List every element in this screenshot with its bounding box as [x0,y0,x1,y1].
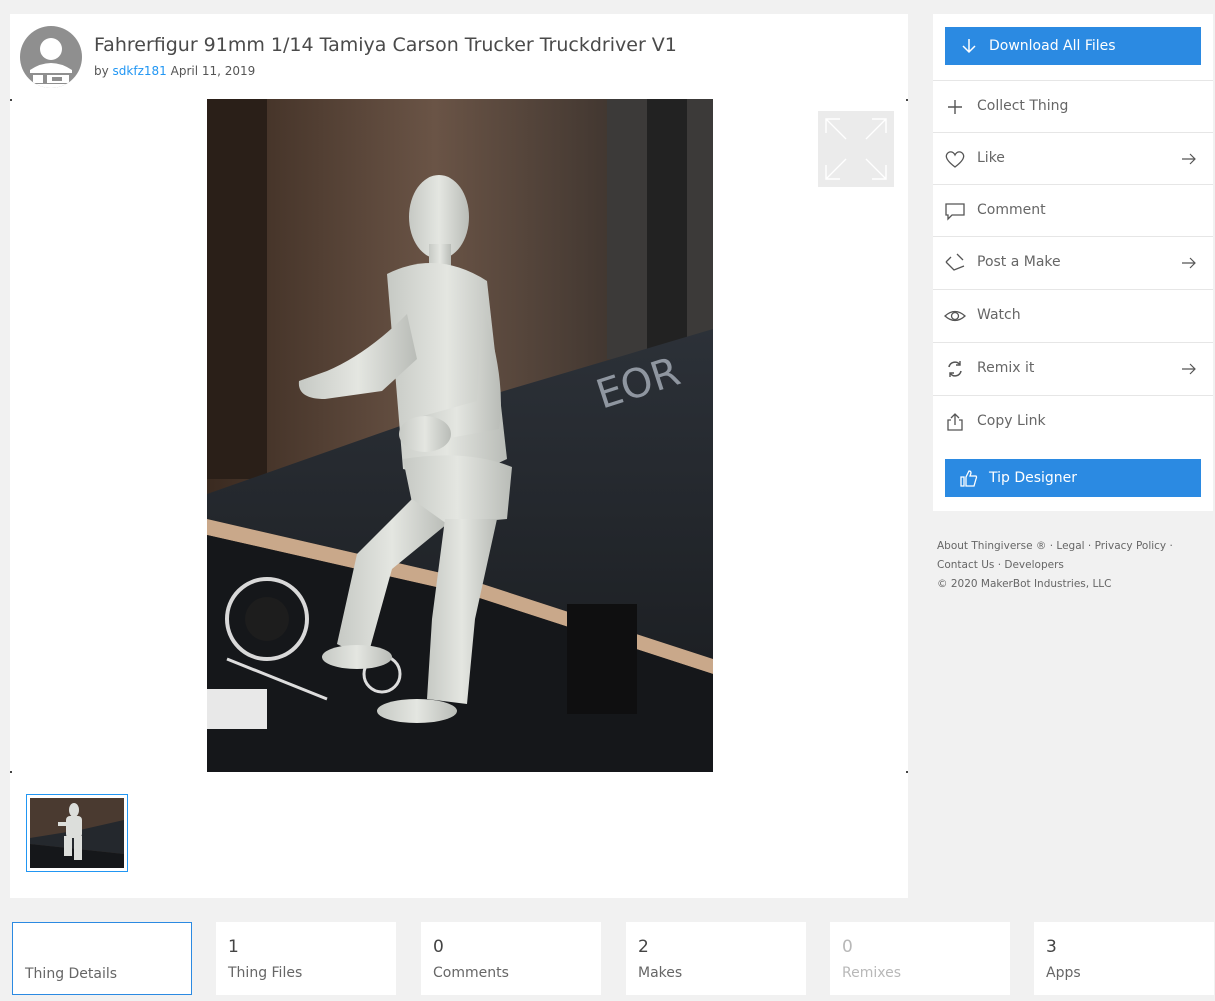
contact-us-link[interactable]: Contact Us [937,559,994,571]
developers-link[interactable]: Developers [1004,559,1063,571]
arrow-right-icon [1182,257,1196,269]
thing-header: Fahrerfigur 91mm 1/14 Tamiya Carson Truc… [10,14,908,98]
comment-label: Comment [977,202,1046,218]
collect-thing-label: Collect Thing [977,98,1069,114]
tab-count: 2 [638,937,649,957]
gallery-thumbnail[interactable] [26,794,128,872]
like-label: Like [977,150,1005,166]
gallery-corner-marker [906,99,908,101]
gallery-corner-marker [10,771,12,773]
post-a-make-button[interactable]: Post a Make [933,236,1213,288]
byline-prefix: by [94,64,109,78]
author-link[interactable]: sdkfz181 [113,64,167,78]
tab-label: Thing Files [228,965,303,981]
watch-button[interactable]: Watch [933,289,1213,341]
separator: · [997,559,1002,571]
comment-icon [945,203,965,221]
heart-icon [945,151,965,168]
gallery-corner-marker [906,771,908,773]
watch-label: Watch [977,307,1021,323]
action-sidebar: Download All Files Collect Thing Like Co… [933,14,1213,511]
remix-it-label: Remix it [977,360,1035,376]
thumbs-up-icon [960,470,978,487]
tab-count: 0 [842,937,853,957]
tab-label: Apps [1046,965,1081,981]
arrow-right-icon [1182,363,1196,375]
tip-designer-label: Tip Designer [989,470,1078,486]
tab-count: 1 [228,937,239,957]
comment-button[interactable]: Comment [933,184,1213,236]
page-title: Fahrerfigur 91mm 1/14 Tamiya Carson Truc… [94,34,677,56]
tab-thing-files[interactable]: 1 Thing Files [216,922,396,995]
like-button[interactable]: Like [933,132,1213,184]
share-icon [947,413,963,431]
privacy-policy-link[interactable]: Privacy Policy [1095,540,1167,552]
tab-thing-details[interactable]: Thing Details [12,922,192,995]
remix-it-button[interactable]: Remix it [933,342,1213,394]
copy-link-label: Copy Link [977,413,1046,429]
tab-label: Thing Details [25,966,118,982]
about-link[interactable]: About Thingiverse ® [937,540,1046,552]
remix-icon [948,361,962,377]
plus-icon [948,100,962,114]
tab-count: 3 [1046,937,1057,957]
legal-link[interactable]: Legal [1056,540,1084,552]
avatar[interactable] [20,26,82,88]
tab-apps[interactable]: 3 Apps [1034,922,1214,995]
eye-icon [944,310,966,322]
copyright-text: © 2020 MakerBot Industries, LLC [937,578,1112,590]
copy-link-button[interactable]: Copy Link [933,395,1213,447]
download-all-files-button[interactable]: Download All Files [945,27,1201,65]
arrow-right-icon [1182,153,1196,165]
download-all-files-label: Download All Files [989,38,1116,54]
image-gallery: EOR [10,99,908,775]
post-a-make-label: Post a Make [977,254,1061,270]
tab-count: 0 [433,937,444,957]
gallery-corner-marker [10,99,12,101]
separator: · [1087,540,1092,552]
fullscreen-expand-button[interactable] [818,111,894,187]
make-icon [945,253,965,271]
tip-designer-button[interactable]: Tip Designer [945,459,1201,497]
tab-remixes[interactable]: 0 Remixes [830,922,1010,995]
expand-icon [825,118,887,180]
download-arrow-icon [962,39,976,54]
separator: · [1169,540,1173,552]
tab-label: Makes [638,965,683,981]
thing-card: Fahrerfigur 91mm 1/14 Tamiya Carson Truc… [10,14,908,898]
publish-date: April 11, 2019 [170,64,256,78]
collect-thing-button[interactable]: Collect Thing [933,80,1213,132]
tab-makes[interactable]: 2 Makes [626,922,806,995]
separator: · [1049,540,1054,552]
footer-links: About Thingiverse ® · Legal · Privacy Po… [937,537,1207,594]
tab-label: Remixes [842,965,902,981]
tab-label: Comments [433,965,509,981]
main-photo[interactable]: EOR [207,99,713,772]
byline: by sdkfz181 April 11, 2019 [94,64,255,78]
tab-comments[interactable]: 0 Comments [421,922,601,995]
